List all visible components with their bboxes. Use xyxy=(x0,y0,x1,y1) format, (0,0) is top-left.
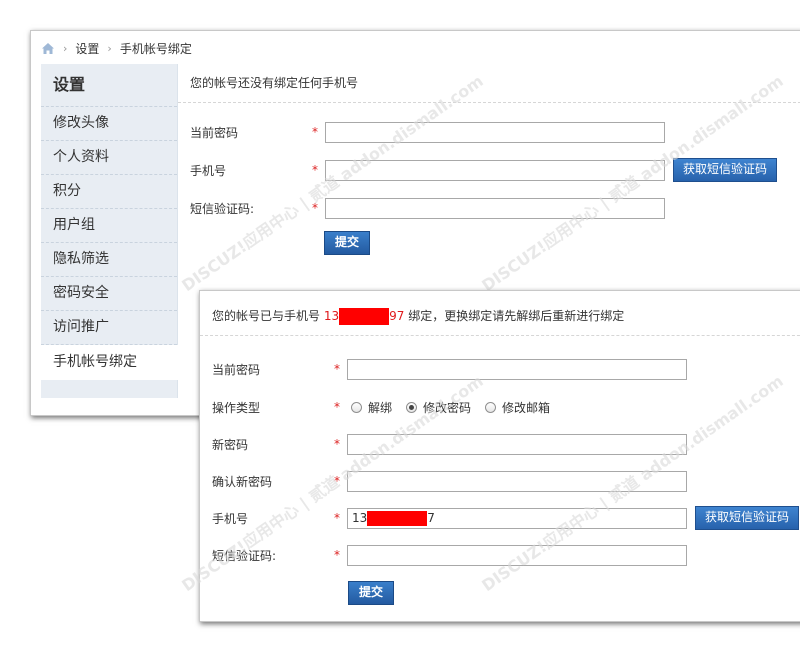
required-mark: * xyxy=(334,474,340,488)
required-mark: * xyxy=(334,511,340,525)
get-sms-code-button[interactable]: 获取短信验证码 xyxy=(673,158,778,182)
phone-value-start: 13 xyxy=(352,511,368,525)
redaction-block xyxy=(339,308,390,325)
sidebar-item-profile[interactable]: 个人资料 xyxy=(41,141,177,175)
confirm-password-input[interactable] xyxy=(347,470,687,492)
phone-input[interactable]: 13 7 xyxy=(347,507,687,529)
chevron-right-icon: › xyxy=(107,41,112,55)
radio-change-email[interactable] xyxy=(485,401,497,413)
confirm-password-label: 确认新密码 xyxy=(212,474,273,489)
current-password-label: 当前密码 xyxy=(212,362,261,377)
operation-type-radio-group: 解绑 修改密码 修改邮箱 xyxy=(347,399,560,416)
sidebar-item-usergroup[interactable]: 用户组 xyxy=(41,209,177,243)
sms-code-label: 短信验证码: xyxy=(212,548,277,563)
operation-type-label: 操作类型 xyxy=(212,400,261,415)
current-password-row: 当前密码 * xyxy=(178,120,665,144)
sidebar-title: 设置 xyxy=(41,64,177,107)
current-password-input[interactable] xyxy=(347,358,687,380)
new-password-input[interactable] xyxy=(347,433,687,455)
new-password-row: 新密码 * xyxy=(200,432,687,456)
account-binding-window-bound: 您的帐号已与手机号 13 97 绑定，更换绑定请先解绑后重新进行绑定 当前密码 *… xyxy=(199,290,800,622)
binding-form-bound: 您的帐号已与手机号 13 97 绑定，更换绑定请先解绑后重新进行绑定 当前密码 *… xyxy=(200,297,800,617)
required-mark: * xyxy=(334,437,340,451)
sms-code-row: 短信验证码: * xyxy=(178,196,665,220)
phone-value-end: 7 xyxy=(427,511,435,525)
new-password-label: 新密码 xyxy=(212,437,249,452)
home-icon[interactable] xyxy=(41,42,55,55)
sidebar-item-phone-binding[interactable]: 手机帐号绑定 xyxy=(41,345,178,380)
sms-code-row: 短信验证码: * xyxy=(200,543,687,567)
submit-button[interactable]: 提交 xyxy=(324,231,371,255)
bound-phone-start: 13 xyxy=(323,309,340,323)
required-mark: * xyxy=(312,125,318,139)
confirm-password-row: 确认新密码 * xyxy=(200,469,687,493)
radio-unbind[interactable] xyxy=(351,401,362,413)
sms-code-input[interactable] xyxy=(347,544,687,566)
redaction-block xyxy=(367,510,428,526)
submit-button[interactable]: 提交 xyxy=(348,581,395,605)
required-mark: * xyxy=(312,163,318,177)
radio-change-email-label[interactable]: 修改邮箱 xyxy=(502,399,550,416)
sidebar-item-credits[interactable]: 积分 xyxy=(41,175,177,209)
radio-change-password[interactable] xyxy=(406,401,418,413)
chevron-right-icon: › xyxy=(63,41,68,55)
sidebar-item-password-security[interactable]: 密码安全 xyxy=(41,277,177,311)
binding-status-notice: 您的帐号还没有绑定任何手机号 xyxy=(178,64,800,103)
breadcrumb-settings[interactable]: 设置 xyxy=(75,40,99,57)
phone-row: 手机号 * 13 7 获取短信验证码 xyxy=(200,506,800,530)
current-password-row: 当前密码 * xyxy=(200,357,687,381)
sidebar-item-avatar[interactable]: 修改头像 xyxy=(41,107,177,141)
required-mark: * xyxy=(334,362,340,376)
notice-suffix: 绑定，更换绑定请先解绑后重新进行绑定 xyxy=(404,309,625,323)
sidebar-item-promotion[interactable]: 访问推广 xyxy=(41,311,177,345)
sms-code-label: 短信验证码: xyxy=(190,201,255,216)
current-password-input[interactable] xyxy=(325,121,665,143)
sms-code-input[interactable] xyxy=(325,197,665,219)
current-password-label: 当前密码 xyxy=(190,125,239,140)
breadcrumb: › 设置 › 手机帐号绑定 xyxy=(41,39,192,57)
phone-input[interactable] xyxy=(325,159,665,181)
breadcrumb-phone-binding[interactable]: 手机帐号绑定 xyxy=(120,40,192,57)
notice-prefix: 您的帐号已与手机号 xyxy=(212,309,324,323)
phone-row: 手机号 * 获取短信验证码 xyxy=(178,158,778,182)
bound-phone-end: 97 xyxy=(389,309,405,323)
phone-label: 手机号 xyxy=(190,163,227,178)
required-mark: * xyxy=(334,400,340,414)
binding-status-notice: 您的帐号已与手机号 13 97 绑定，更换绑定请先解绑后重新进行绑定 xyxy=(200,297,800,336)
required-mark: * xyxy=(312,201,318,215)
sidebar-item-privacy[interactable]: 隐私筛选 xyxy=(41,243,177,277)
get-sms-code-button[interactable]: 获取短信验证码 xyxy=(695,506,800,530)
radio-unbind-label[interactable]: 解绑 xyxy=(368,399,392,416)
settings-sidebar: 设置 修改头像 个人资料 积分 用户组 隐私筛选 密码安全 访问推广 手机帐号绑… xyxy=(41,64,178,398)
phone-label: 手机号 xyxy=(212,511,249,526)
operation-type-row: 操作类型 * 解绑 修改密码 修改邮箱 xyxy=(200,395,560,419)
radio-change-password-label[interactable]: 修改密码 xyxy=(423,399,471,416)
required-mark: * xyxy=(334,548,340,562)
